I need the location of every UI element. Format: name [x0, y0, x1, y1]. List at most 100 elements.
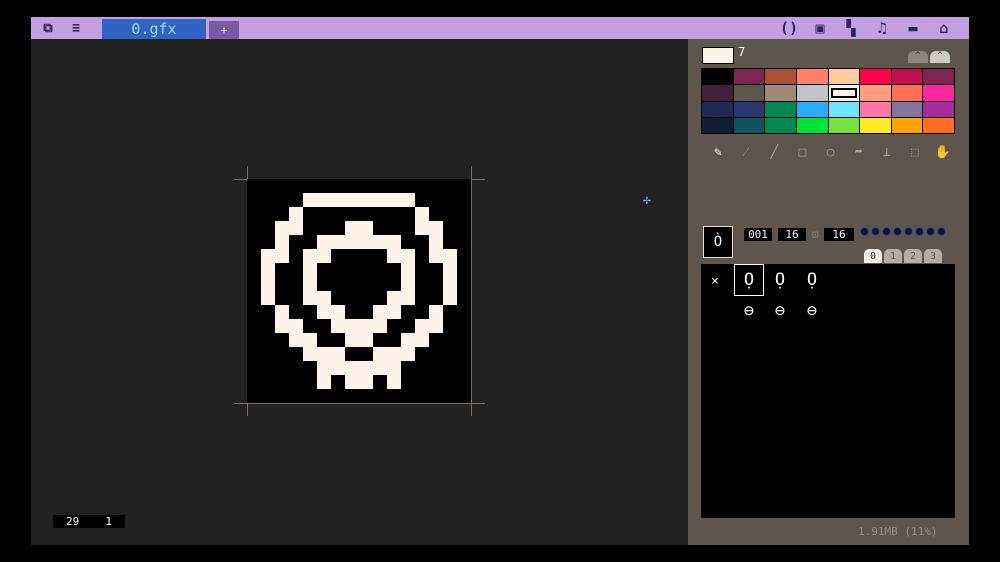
hand-icon[interactable]: ✋	[933, 143, 953, 161]
palette-swatch[interactable]	[796, 101, 828, 117]
sprite-cell[interactable]: Ọ	[797, 264, 827, 296]
palette-swatch[interactable]	[891, 101, 923, 117]
empty-sprite-marker[interactable]: ×	[711, 274, 719, 289]
sprite-pixel	[401, 249, 415, 263]
code-braces-icon[interactable]: ()	[778, 19, 800, 37]
palette-swatch[interactable]	[923, 101, 954, 117]
palette-swatch[interactable]	[702, 85, 733, 101]
brush-icon[interactable]: ⁄	[736, 143, 756, 161]
palette-swatch[interactable]	[860, 69, 891, 85]
stamp-icon[interactable]: ⊥	[877, 143, 897, 161]
palette-swatch[interactable]	[733, 101, 765, 117]
palette-swatch[interactable]	[733, 117, 765, 133]
flag-dot[interactable]	[915, 227, 924, 236]
sprite-pixel	[373, 347, 387, 361]
palette-swatch[interactable]	[923, 69, 954, 85]
palette-swatch[interactable]	[923, 117, 954, 133]
palette-swatch[interactable]	[765, 117, 796, 133]
palette-tab-2[interactable]: ^	[930, 51, 950, 63]
coord-y: 1	[105, 515, 112, 528]
sprite-pixel	[401, 291, 415, 305]
add-tab-button[interactable]: +	[209, 21, 239, 39]
sprite-pixel	[359, 193, 373, 207]
bank-tab-0[interactable]: 0	[864, 249, 882, 263]
palette-swatch[interactable]	[828, 101, 860, 117]
sprite-height-field[interactable]: 16	[824, 228, 854, 241]
sfx-icon[interactable]: ▬	[902, 19, 924, 37]
circle-icon[interactable]: ○	[821, 143, 841, 161]
flag-dots[interactable]	[860, 227, 946, 236]
color-palette[interactable]	[701, 68, 955, 134]
bank-tab-2[interactable]: 2	[904, 249, 922, 263]
palette-swatch[interactable]	[891, 85, 923, 101]
palette-swatch[interactable]	[860, 101, 891, 117]
sprite-cell[interactable]: Ọ	[765, 264, 795, 296]
map-icon[interactable]: ▚	[840, 19, 862, 37]
line-icon[interactable]: ╱	[764, 143, 784, 161]
sprite-pixel	[415, 333, 429, 347]
sprite-canvas[interactable]	[247, 179, 471, 403]
rectangle-icon[interactable]: □	[792, 143, 812, 161]
sprite-cell[interactable]: ⊖	[734, 295, 764, 327]
palette-swatch[interactable]	[860, 117, 891, 133]
flag-dot[interactable]	[882, 227, 891, 236]
palette-swatch[interactable]	[828, 117, 860, 133]
palette-swatch[interactable]	[702, 101, 733, 117]
sprite-pixel	[317, 235, 331, 249]
sprite-width-field[interactable]: 16	[778, 228, 806, 241]
flag-dot[interactable]	[860, 227, 869, 236]
palette-swatch[interactable]	[891, 69, 923, 85]
palette-swatch[interactable]	[702, 117, 733, 133]
tab-0-gfx[interactable]: 0.gfx	[102, 19, 206, 39]
palette-swatch[interactable]	[733, 85, 765, 101]
sprite-pixel	[317, 249, 331, 263]
palette-swatch[interactable]	[891, 117, 923, 133]
palette-swatch[interactable]	[828, 69, 860, 85]
pencil-icon[interactable]: ✎	[708, 143, 728, 161]
palette-swatch[interactable]	[765, 69, 796, 85]
bank-tab-3[interactable]: 3	[924, 249, 942, 263]
sprite-pixel	[373, 193, 387, 207]
sprite-pixel	[387, 375, 401, 389]
sprite-cell[interactable]: ⊖	[797, 295, 827, 327]
hamburger-menu-icon[interactable]: ≡	[65, 19, 87, 37]
palette-swatch[interactable]	[765, 85, 796, 101]
sprite-icon[interactable]: ▣	[809, 19, 831, 37]
sprite-pixel	[387, 235, 401, 249]
sprite-index-field[interactable]: 001	[744, 228, 772, 241]
palette-tab-1[interactable]: ^	[908, 51, 928, 63]
palette-swatch[interactable]	[796, 117, 828, 133]
sprite-cell-selected[interactable]: Ọ	[734, 264, 764, 296]
sprite-sheet[interactable]: × Ọ Ọ Ọ ⊖ ⊖ ⊖	[701, 264, 955, 518]
sprite-pixel	[359, 235, 373, 249]
pico-logo-icon[interactable]: ⧉	[37, 19, 59, 37]
music-note-icon[interactable]: ♫	[871, 19, 893, 37]
palette-swatch[interactable]	[702, 69, 733, 85]
palette-swatch[interactable]	[860, 85, 891, 101]
current-color-swatch	[702, 47, 734, 64]
lock-icon[interactable]: ⊡	[812, 228, 819, 241]
tv-icon[interactable]: ⌂	[933, 19, 955, 37]
flag-dot[interactable]	[893, 227, 902, 236]
flag-dot[interactable]	[937, 227, 946, 236]
select-icon[interactable]: ⬚	[905, 143, 925, 161]
fill-icon[interactable]: ➦	[849, 143, 869, 161]
palette-swatch[interactable]	[796, 85, 828, 101]
palette-swatch[interactable]	[733, 69, 765, 85]
sprite-cell[interactable]: ⊖	[765, 295, 795, 327]
sprite-pixel	[443, 277, 457, 291]
palette-swatch[interactable]	[796, 69, 828, 85]
bank-tab-1[interactable]: 1	[884, 249, 902, 263]
palette-swatch[interactable]	[765, 101, 796, 117]
palette-swatch[interactable]	[923, 85, 954, 101]
sprite-pixel	[373, 361, 387, 375]
sprite-pixel	[443, 249, 457, 263]
sprite-pixel	[345, 193, 359, 207]
palette-swatch[interactable]	[828, 85, 860, 101]
flag-dot[interactable]	[871, 227, 880, 236]
sprite-pixel	[429, 249, 443, 263]
flag-dot[interactable]	[904, 227, 913, 236]
sprite-pixel	[275, 221, 289, 235]
flag-dot[interactable]	[926, 227, 935, 236]
sprite-pixel	[401, 263, 415, 277]
